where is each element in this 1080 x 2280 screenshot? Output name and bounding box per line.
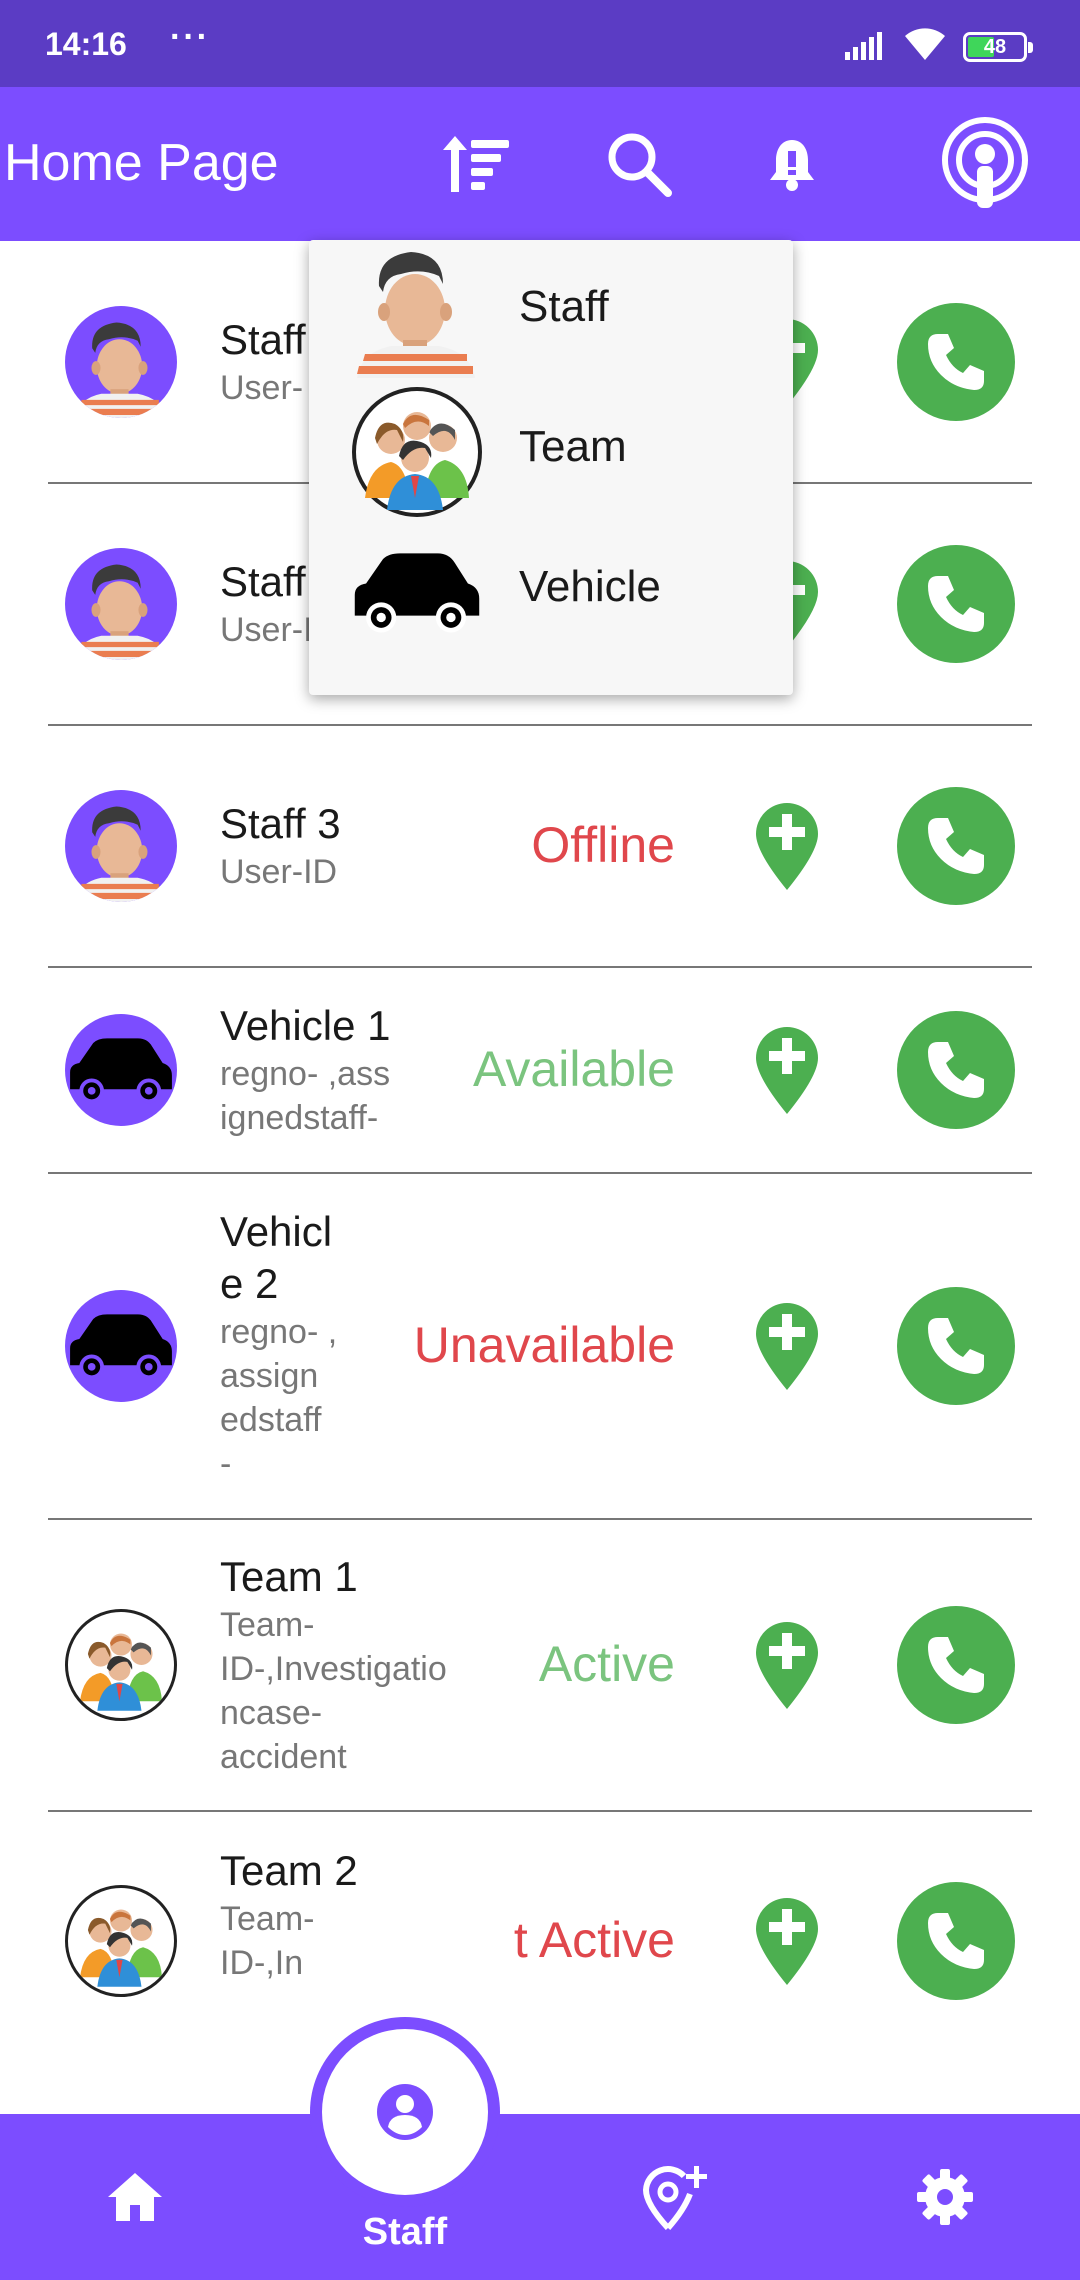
call-button[interactable] [897,545,1015,663]
status-label: Active [538,1636,675,1692]
signal-icon [845,32,882,60]
page-title: Home Page [4,134,279,192]
wifi-icon [905,28,945,60]
battery-icon: 48 [963,32,1033,62]
team-avatar [65,1609,177,1721]
status-label: Available [472,1041,675,1097]
item-subtitle: regno- ,ass ignedstaff- [220,1055,391,1137]
status-dots: ··· [170,18,210,56]
call-button[interactable] [897,1882,1015,2000]
app-bar: Home Page [0,87,1080,241]
menu-item-vehicle[interactable]: Vehicle [309,520,793,655]
bottom-nav [0,2114,1080,2280]
settings-icon[interactable] [900,2114,990,2280]
add-location-pin-icon[interactable] [752,800,822,892]
battery-level: 48 [983,36,1007,58]
item-name: Vehicle 1 [220,1002,391,1049]
menu-item-staff[interactable]: Staff [309,240,793,378]
status-bar: 14:16 ··· 48 [0,0,1080,87]
vehicle-avatar [65,1290,177,1402]
staff-avatar [65,548,177,660]
item-name: Team 2 [220,1847,358,1894]
vehicle-avatar [65,1014,177,1126]
home-icon[interactable] [90,2114,180,2280]
item-subtitle: User- [220,369,304,407]
add-location-pin-icon[interactable] [752,1300,822,1392]
team-avatar-icon [351,386,483,518]
list-item[interactable]: Vehicl e 2 regno- , assign edstaff - Unava… [0,1173,1080,1519]
call-button[interactable] [897,787,1015,905]
list-item[interactable]: Team 2 Team- ID-,In t Active [0,1811,1080,2114]
sort-icon[interactable] [430,87,520,241]
status-time: 14:16 [45,26,127,62]
menu-item-team[interactable]: Team [309,380,793,518]
active-tab-label: Staff [362,2211,448,2253]
menu-item-label: Staff [519,282,609,331]
item-subtitle: Team- ID-,Investigatio ncase- accident [220,1606,447,1776]
call-button[interactable] [897,1606,1015,1724]
item-subtitle: User-ID [220,853,338,891]
item-name: Vehicl e 2 [220,1208,333,1307]
list-item[interactable]: Staff 3 User-ID Offline [0,725,1080,967]
menu-item-label: Team [519,422,627,471]
list-item[interactable]: Vehicle 1 regno- ,ass ignedstaff- Availabl… [0,967,1080,1173]
status-label: t Active [513,1912,675,1968]
add-location-pin-icon[interactable] [752,1024,822,1116]
staff-tab-button[interactable] [322,2029,488,2195]
add-location-pin-icon[interactable] [752,1619,822,1711]
status-label: Unavailable [413,1317,675,1373]
team-avatar [65,1885,177,1997]
staff-avatar [65,790,177,902]
add-location-pin-icon[interactable] [752,1895,822,1987]
call-button[interactable] [897,1011,1015,1129]
list-item[interactable]: Team 1 Team- ID-,Investigatio ncase- acci… [0,1519,1080,1811]
staff-avatar-icon [351,246,483,378]
status-label: Offline [531,817,675,873]
bell-icon[interactable] [752,87,832,241]
menu-item-label: Vehicle [519,562,661,611]
search-icon[interactable] [594,87,684,241]
add-location-icon[interactable] [630,2114,720,2280]
item-subtitle: Team- ID-,In [220,1900,315,1982]
account-circle-icon [377,2084,433,2140]
call-button[interactable] [897,303,1015,421]
podcast-icon[interactable] [930,87,1040,241]
filter-menu: Staff Team Vehicle [309,240,793,695]
item-subtitle: regno- , assign edstaff - [220,1313,338,1483]
staff-avatar [65,306,177,418]
car-icon [351,526,483,658]
call-button[interactable] [897,1287,1015,1405]
item-name: Staff 3 [220,800,341,847]
item-name: Team 1 [220,1553,358,1600]
item-name: Staff [220,316,306,363]
